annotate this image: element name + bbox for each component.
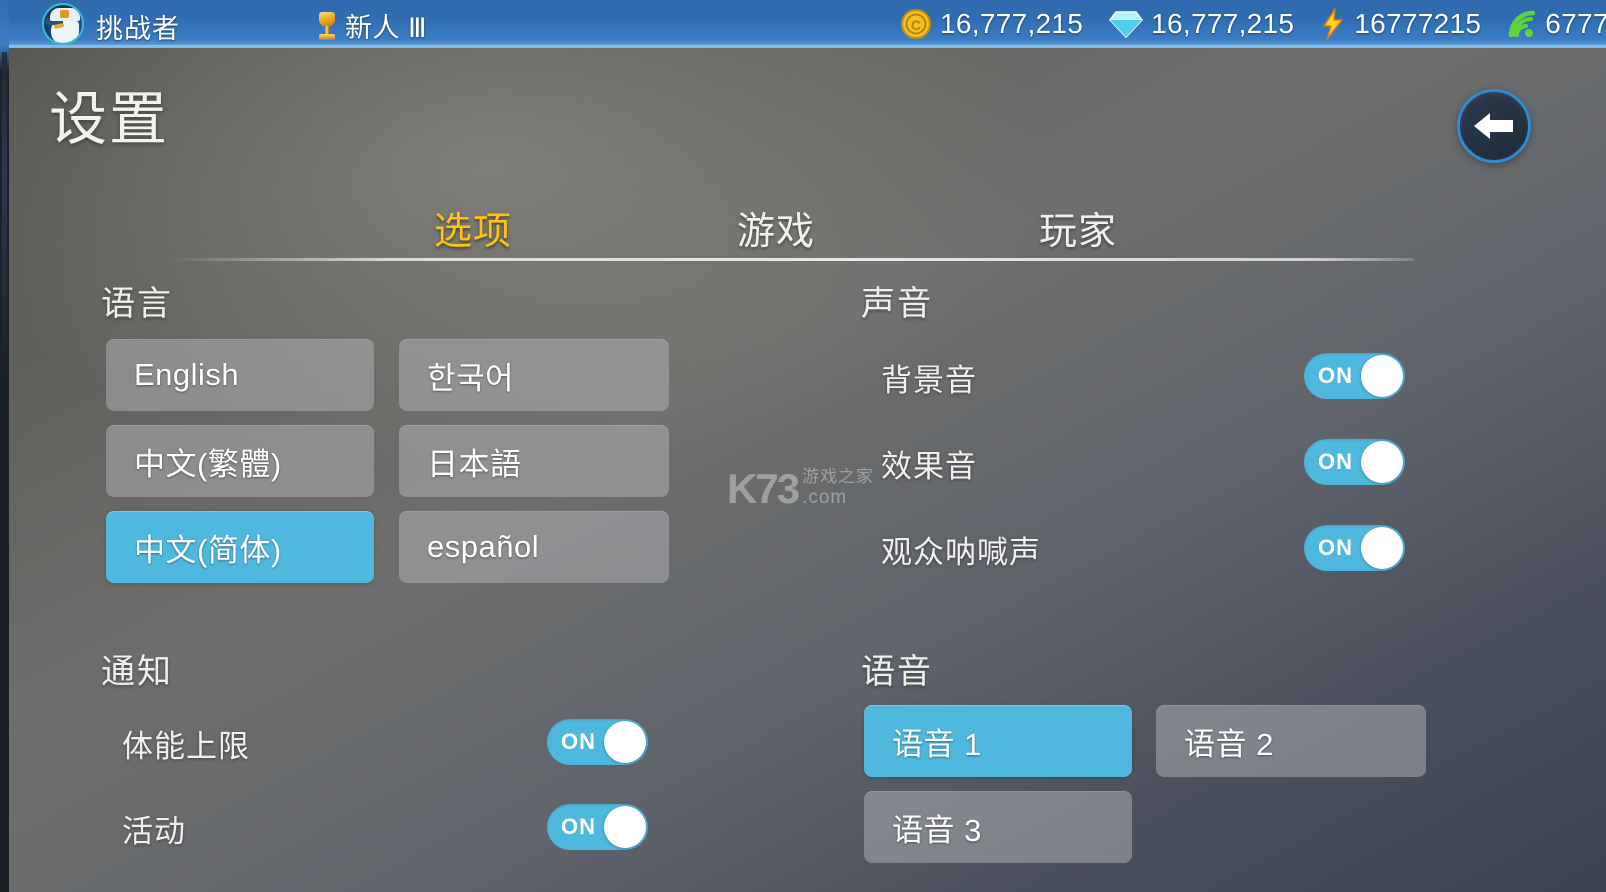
voice-option-3[interactable]: 语音 3	[864, 791, 1132, 863]
sound-row-background: 背景音	[881, 355, 977, 400]
sound-label-effects: 效果音	[881, 449, 977, 484]
section-title-notification: 通知	[101, 653, 173, 691]
sound-row-crowd: 观众呐喊声	[881, 527, 1041, 572]
sound-toggle-effects[interactable]: ON	[1304, 439, 1405, 485]
back-button[interactable]	[1457, 89, 1531, 163]
toggle-state-text: ON	[1318, 535, 1353, 560]
gem-value: 16,777,215	[1151, 8, 1295, 39]
voice-option-1[interactable]: 语音 1	[864, 705, 1132, 777]
section-title-sound: 声音	[861, 285, 933, 323]
toggle-state-text: ON	[561, 729, 596, 754]
language-option-japanese[interactable]: 日本語	[399, 425, 669, 497]
player-name: 挑战者	[96, 14, 180, 44]
section-title-voice: 语音	[861, 653, 933, 691]
voice-option-2[interactable]: 语音 2	[1156, 705, 1426, 777]
language-option-english[interactable]: English	[106, 339, 374, 411]
wolf-avatar-icon[interactable]	[42, 3, 84, 45]
toggle-state-text: ON	[561, 814, 596, 839]
lightning-icon	[1323, 8, 1344, 40]
currency-signal[interactable]: 6777	[1507, 8, 1606, 40]
tab-bar: 选项 游戏 玩家	[9, 200, 1606, 256]
currency-coin[interactable]: C 16,777,215	[900, 8, 1083, 40]
signal-icon	[1509, 10, 1536, 38]
notification-toggle-stamina[interactable]: ON	[547, 719, 648, 765]
language-option-korean[interactable]: 한국어	[399, 339, 669, 411]
site-watermark: K73 游戏之家 .com	[727, 462, 875, 513]
toggle-knob	[1361, 527, 1403, 569]
watermark-domain: .com	[802, 487, 848, 508]
toggle-state-text: ON	[1318, 449, 1353, 474]
sound-row-effects: 效果音	[881, 441, 977, 486]
sound-toggle-crowd[interactable]: ON	[1304, 525, 1405, 571]
coin-value: 16,777,215	[940, 8, 1084, 39]
section-title-language: 语言	[101, 285, 173, 323]
currency-gem[interactable]: 16,777,215	[1109, 8, 1294, 40]
language-option-chinese-simplified[interactable]: 中文(简体)	[106, 511, 374, 583]
toggle-knob	[1361, 355, 1403, 397]
watermark-logo: K73	[727, 465, 800, 513]
trophy-icon	[318, 11, 336, 41]
page-title: 设置	[49, 87, 170, 152]
tab-options[interactable]: 选项	[434, 200, 512, 255]
tab-divider	[169, 258, 1414, 261]
language-option-spanish[interactable]: español	[399, 511, 669, 583]
notification-toggle-event[interactable]: ON	[547, 804, 648, 850]
notification-label-stamina: 体能上限	[122, 729, 250, 764]
sound-label-background: 背景音	[881, 363, 977, 398]
toggle-knob	[604, 721, 646, 763]
screen-edge-sliver	[0, 0, 9, 892]
currency-bar: C 16,777,215 16,777,215 16777215 6777	[900, 0, 1606, 48]
rank-label: 新人 Ⅲ	[345, 13, 428, 43]
language-option-chinese-traditional[interactable]: 中文(繁體)	[106, 425, 374, 497]
sound-label-crowd: 观众呐喊声	[881, 535, 1041, 570]
toggle-state-text: ON	[1318, 363, 1353, 388]
game-settings-screen: 挑战者 新人 Ⅲ C 16,777,215 16,777,215 1677721…	[0, 0, 1606, 892]
tab-player[interactable]: 玩家	[1039, 200, 1117, 255]
sound-toggle-background[interactable]: ON	[1304, 353, 1405, 399]
energy-value: 16777215	[1354, 8, 1482, 39]
back-arrow-icon	[1474, 113, 1513, 139]
player-rank: 新人 Ⅲ	[318, 6, 427, 45]
coin-icon: C	[901, 9, 931, 39]
toggle-knob	[1361, 441, 1403, 483]
tab-game[interactable]: 游戏	[737, 200, 815, 255]
toggle-knob	[604, 806, 646, 848]
notification-row-event: 活动	[122, 806, 186, 851]
currency-energy[interactable]: 16777215	[1320, 8, 1481, 40]
settings-panel: 设置 选项 游戏 玩家 语言 English 한국어 中文(繁體) 日本語 中文…	[9, 48, 1606, 892]
watermark-chinese: 游戏之家	[802, 467, 875, 486]
top-status-bar: 挑战者 新人 Ⅲ C 16,777,215 16,777,215 1677721…	[0, 0, 1606, 48]
signal-value: 6777	[1545, 8, 1606, 39]
svg-text:C: C	[911, 17, 921, 33]
gem-icon	[1109, 11, 1144, 39]
notification-label-event: 活动	[122, 814, 186, 849]
notification-row-stamina: 体能上限	[122, 721, 250, 766]
